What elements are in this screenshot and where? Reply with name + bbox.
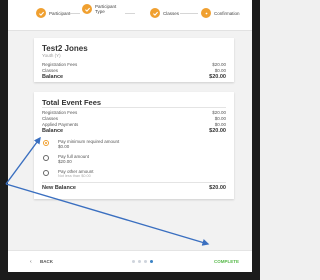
step-label: Classes	[163, 10, 180, 16]
page-dot	[144, 260, 147, 263]
step-classes[interactable]: Classes	[150, 8, 189, 18]
bottom-navigation-bar: ‹ BACK COMPLETE	[8, 250, 252, 272]
check-icon	[36, 8, 46, 18]
radio-unselected-icon[interactable]	[43, 170, 49, 176]
device-frame: Participant Participant Type Classes Con…	[0, 0, 260, 280]
page-dot	[132, 260, 135, 263]
fee-value: $0.00	[214, 122, 226, 127]
total-event-fees-card: Total Event Fees Registration Fees $20.0…	[34, 92, 234, 199]
divider	[42, 107, 226, 108]
radio-selected-icon[interactable]	[43, 140, 49, 146]
participant-name: Test2 Jones	[42, 44, 88, 53]
new-balance-label: New Balance	[42, 185, 76, 191]
fee-value: $20.00	[212, 62, 226, 67]
page-dot	[138, 260, 141, 263]
participant-summary-card: Test2 Jones Youth (Y) Registration Fees …	[34, 38, 234, 82]
step-participant-type[interactable]: Participant Type	[82, 4, 121, 14]
step-label: Participant Type	[95, 4, 117, 14]
fee-value: $0.00	[214, 116, 226, 121]
page-dot-active	[150, 260, 153, 263]
participant-type: Youth (Y)	[42, 53, 61, 58]
fee-label: Classes	[42, 68, 59, 73]
page-indicator	[132, 260, 156, 263]
balance-value: $20.00	[209, 74, 226, 80]
app-screen: Participant Participant Type Classes Con…	[8, 0, 252, 272]
fee-label: Classes	[42, 116, 59, 121]
fee-label: Applied Payments	[42, 122, 79, 127]
progress-stepper: Participant Participant Type Classes Con…	[8, 0, 252, 31]
back-button[interactable]: BACK	[40, 259, 53, 264]
chevron-left-icon[interactable]: ‹	[30, 259, 32, 265]
balance-value: $20.00	[209, 128, 226, 134]
balance-label: Balance	[42, 128, 64, 134]
check-icon	[82, 4, 92, 14]
option-note: Not less than $0.00	[58, 174, 91, 178]
step-label: Confirmation	[214, 10, 240, 16]
fee-value: $20.00	[212, 110, 226, 115]
check-icon	[150, 8, 160, 18]
complete-button[interactable]: COMPLETE	[214, 259, 239, 264]
fee-label: Registration Fees	[42, 110, 78, 115]
fee-value: $0.00	[214, 68, 226, 73]
divider	[42, 182, 226, 183]
fee-label: Registration Fees	[42, 62, 78, 67]
step-label: Participant	[49, 10, 71, 16]
step-confirmation[interactable]: Confirmation	[201, 8, 246, 18]
option-amount: $0.00	[58, 144, 70, 149]
balance-label: Balance	[42, 74, 64, 80]
card-title: Total Event Fees	[42, 98, 102, 107]
radio-unselected-icon[interactable]	[43, 155, 49, 161]
step-participant[interactable]: Participant	[36, 8, 75, 18]
new-balance-value: $20.00	[209, 185, 226, 191]
stepper-connector	[125, 13, 135, 14]
step-number-icon	[201, 8, 211, 18]
option-amount: $20.00	[58, 159, 72, 164]
